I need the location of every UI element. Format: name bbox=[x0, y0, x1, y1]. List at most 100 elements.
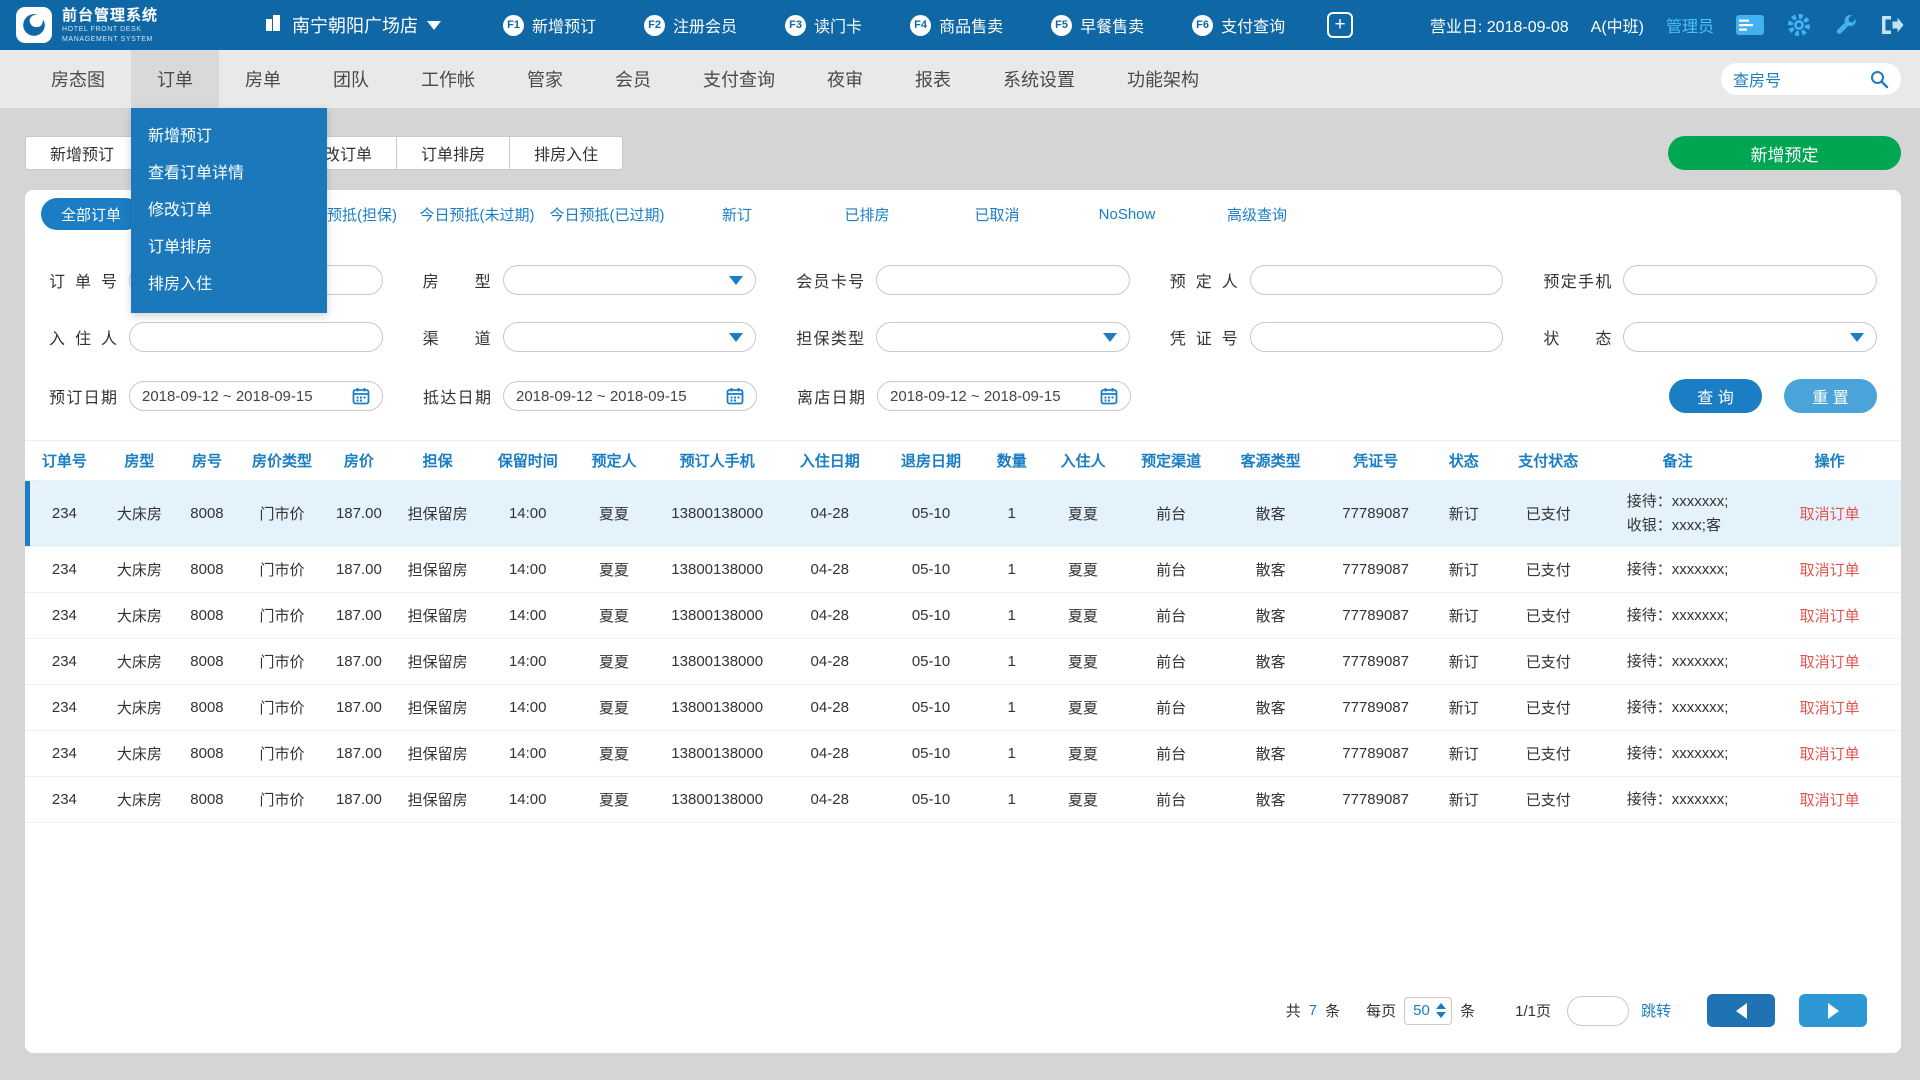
nav-item-reports[interactable]: 报表 bbox=[889, 50, 977, 108]
nav-item-function-structure[interactable]: 功能架构 bbox=[1101, 50, 1225, 108]
voucher-no-input[interactable] bbox=[1250, 322, 1504, 352]
cell-status: 新订 bbox=[1428, 481, 1499, 547]
per-page-stepper[interactable]: 50 bbox=[1404, 997, 1452, 1025]
table-row[interactable]: 234大床房8008门市价187.00担保留房14:00夏夏1380013800… bbox=[25, 685, 1901, 731]
table-row[interactable]: 234大床房8008门市价187.00担保留房14:00夏夏1380013800… bbox=[25, 481, 1901, 547]
quick-action-new-booking[interactable]: F1 新增预订 bbox=[503, 13, 596, 37]
prev-page-button[interactable] bbox=[1707, 994, 1775, 1027]
nav-item-night-audit[interactable]: 夜审 bbox=[801, 50, 889, 108]
table-row[interactable]: 234大床房8008门市价187.00担保留房14:00夏夏1380013800… bbox=[25, 639, 1901, 685]
cancel-order-link[interactable]: 取消订单 bbox=[1800, 746, 1860, 763]
guest-field[interactable] bbox=[142, 329, 370, 346]
cell-hold-time: 14:00 bbox=[483, 547, 573, 593]
new-booking-button[interactable]: 新增预订 bbox=[25, 136, 139, 170]
jump-button[interactable]: 跳转 bbox=[1641, 1000, 1671, 1021]
query-button[interactable]: 查 询 bbox=[1669, 379, 1762, 413]
booker-phone-input[interactable] bbox=[1623, 265, 1877, 295]
status-select[interactable] bbox=[1623, 322, 1877, 352]
quick-action-read-card[interactable]: F3 读门卡 bbox=[785, 13, 862, 37]
cancel-order-link[interactable]: 取消订单 bbox=[1800, 506, 1860, 523]
nav-item-teams[interactable]: 团队 bbox=[307, 50, 395, 108]
nav-item-room-bills[interactable]: 房单 bbox=[219, 50, 307, 108]
logout-icon[interactable] bbox=[1880, 14, 1904, 36]
booker-input[interactable] bbox=[1250, 265, 1504, 295]
stepper-arrows[interactable] bbox=[1436, 1003, 1446, 1018]
arrow-down-icon[interactable] bbox=[1436, 1012, 1446, 1018]
nav-item-housekeeper[interactable]: 管家 bbox=[501, 50, 589, 108]
channel-select[interactable] bbox=[503, 322, 757, 352]
quick-action-payment-query[interactable]: F6 支付查询 bbox=[1192, 13, 1285, 37]
calendar-icon[interactable] bbox=[352, 387, 370, 405]
reset-button[interactable]: 重 置 bbox=[1784, 379, 1877, 413]
calendar-icon[interactable] bbox=[726, 387, 744, 405]
gear-icon[interactable] bbox=[1786, 12, 1812, 38]
cell-status: 新订 bbox=[1428, 731, 1499, 777]
nav-item-room-status-map[interactable]: 房态图 bbox=[25, 50, 131, 108]
guest-input[interactable] bbox=[129, 322, 383, 352]
table-row[interactable]: 234大床房8008门市价187.00担保留房14:00夏夏1380013800… bbox=[25, 593, 1901, 639]
assign-checkin-button[interactable]: 排房入住 bbox=[509, 136, 623, 170]
member-card-input[interactable] bbox=[876, 265, 1130, 295]
quick-action-goods-sale[interactable]: F4 商品售卖 bbox=[910, 13, 1003, 37]
dropdown-item-assign-checkin[interactable]: 排房入住 bbox=[131, 266, 327, 303]
tab-new-orders[interactable]: 新订 bbox=[672, 204, 802, 225]
table-row[interactable]: 234大床房8008门市价187.00担保留房14:00夏夏1380013800… bbox=[25, 547, 1901, 593]
room-search-box[interactable] bbox=[1721, 63, 1901, 95]
tab-today-arrival-expired[interactable]: 今日预抵(已过期) bbox=[542, 204, 672, 225]
member-card-field[interactable] bbox=[889, 272, 1117, 289]
cancel-order-link[interactable]: 取消订单 bbox=[1800, 654, 1860, 671]
f1-key-badge: F1 bbox=[503, 15, 524, 36]
order-room-assign-button[interactable]: 订单排房 bbox=[396, 136, 510, 170]
arrow-up-icon[interactable] bbox=[1436, 1003, 1446, 1009]
voucher-no-field[interactable] bbox=[1263, 329, 1491, 346]
nav-item-payment-query[interactable]: 支付查询 bbox=[677, 50, 801, 108]
cancel-order-link[interactable]: 取消订单 bbox=[1800, 562, 1860, 579]
booking-date-range[interactable]: 2018-09-12 ~ 2018-09-15 bbox=[129, 381, 383, 411]
tab-noshow[interactable]: NoShow bbox=[1062, 206, 1192, 223]
dropdown-item-new-booking[interactable]: 新增预订 bbox=[131, 118, 327, 155]
store-selector[interactable]: 南宁朝阳广场店 bbox=[263, 12, 441, 38]
departure-date-range[interactable]: 2018-09-12 ~ 2018-09-15 bbox=[877, 381, 1131, 411]
table-row[interactable]: 234大床房8008门市价187.00担保留房14:00夏夏1380013800… bbox=[25, 731, 1901, 777]
add-quick-action-button[interactable]: + bbox=[1327, 12, 1353, 38]
nav-item-work-accounts[interactable]: 工作帐 bbox=[395, 50, 501, 108]
cancel-order-link[interactable]: 取消订单 bbox=[1800, 608, 1860, 625]
current-user[interactable]: 管理员 bbox=[1666, 13, 1714, 37]
cell-remark-lines: 接待：xxxxxxx; bbox=[1597, 639, 1758, 685]
tab-today-arrival-not-expired[interactable]: 今日预抵(未过期) bbox=[412, 204, 542, 225]
f5-key-badge: F5 bbox=[1051, 15, 1072, 36]
wrench-icon[interactable] bbox=[1834, 13, 1858, 37]
new-reservation-button[interactable]: 新增预定 bbox=[1668, 136, 1901, 170]
cancel-order-link[interactable]: 取消订单 bbox=[1800, 700, 1860, 717]
tab-all-orders[interactable]: 全部订单 bbox=[41, 198, 141, 230]
dropdown-item-view-order-detail[interactable]: 查看订单详情 bbox=[131, 155, 327, 192]
tab-cancelled[interactable]: 已取消 bbox=[932, 204, 1062, 225]
cell-channel: 前台 bbox=[1124, 593, 1218, 639]
room-type-select[interactable] bbox=[503, 265, 757, 295]
nav-item-members[interactable]: 会员 bbox=[589, 50, 677, 108]
cell-booker: 夏夏 bbox=[573, 481, 656, 547]
next-page-button[interactable] bbox=[1799, 994, 1867, 1027]
guarantee-type-select[interactable] bbox=[876, 322, 1130, 352]
dropdown-item-modify-order[interactable]: 修改订单 bbox=[131, 192, 327, 229]
dropdown-item-order-room-assign[interactable]: 订单排房 bbox=[131, 229, 327, 266]
quick-action-register-member[interactable]: F2 注册会员 bbox=[644, 13, 737, 37]
room-card-icon[interactable] bbox=[1736, 15, 1764, 35]
booker-field[interactable] bbox=[1263, 272, 1491, 289]
tab-room-assigned[interactable]: 已排房 bbox=[802, 204, 932, 225]
quick-action-breakfast-sale[interactable]: F5 早餐售卖 bbox=[1051, 13, 1144, 37]
room-search-input[interactable] bbox=[1733, 70, 1863, 88]
calendar-icon[interactable] bbox=[1100, 387, 1118, 405]
tab-advanced-query[interactable]: 高级查询 bbox=[1192, 204, 1322, 225]
nav-item-system-settings[interactable]: 系统设置 bbox=[977, 50, 1101, 108]
jump-page-input[interactable] bbox=[1567, 996, 1629, 1026]
table-row[interactable]: 234大床房8008门市价187.00担保留房14:00夏夏1380013800… bbox=[25, 777, 1901, 823]
search-icon[interactable] bbox=[1869, 69, 1889, 89]
cell-remark-lines: 接待：xxxxxxx; bbox=[1597, 777, 1758, 823]
nav-item-orders[interactable]: 订单 bbox=[131, 50, 219, 108]
booker-phone-field[interactable] bbox=[1636, 272, 1864, 289]
arrival-date-range[interactable]: 2018-09-12 ~ 2018-09-15 bbox=[503, 381, 757, 411]
cell-status: 新订 bbox=[1428, 639, 1499, 685]
cell-hold-time: 14:00 bbox=[483, 593, 573, 639]
cancel-order-link[interactable]: 取消订单 bbox=[1800, 792, 1860, 809]
